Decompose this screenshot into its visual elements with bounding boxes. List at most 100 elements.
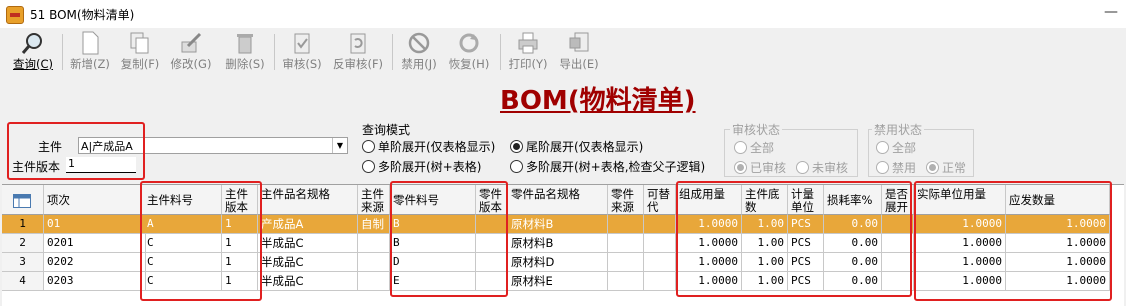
table-cell[interactable] [644,215,676,234]
column-header[interactable]: 主件品名规格 [258,185,358,215]
print-button[interactable]: 打印(Y) [506,30,550,74]
table-cell[interactable]: 半成品C [258,272,358,291]
table-cell[interactable]: 原材料E [508,272,608,291]
column-header[interactable]: 零件来源 [608,185,644,215]
highlight-box [914,181,1112,301]
toolbar-separator [62,34,63,70]
copy-label: 复制(F) [120,57,160,71]
print-label: 打印(Y) [508,57,548,71]
highlight-box [140,181,262,301]
table-cell[interactable]: 自制 [358,215,390,234]
table-cell[interactable] [358,234,390,253]
table-cell[interactable] [644,234,676,253]
column-header[interactable]: 主件来源 [358,185,390,215]
column-header-label: 主件来源 [361,187,384,214]
audit-status-title: 审核状态 [730,121,783,138]
radio-audit-all-label: 全部 [750,141,775,155]
approve-button[interactable]: 审核(S) [280,30,324,74]
table-cell[interactable] [358,272,390,291]
radio-single-level[interactable] [362,140,375,153]
export-label: 导出(E) [559,57,599,71]
disable-icon [408,32,430,54]
magnifier-icon [21,33,42,54]
page-title: BOM(物料清单) [500,86,696,116]
restore-button[interactable]: 恢复(H) [446,30,492,74]
table-cell[interactable]: 半成品C [258,234,358,253]
toolbar-separator [500,34,501,70]
highlight-box [390,181,508,297]
app-icon [6,6,24,24]
trash-icon [237,34,253,54]
radio-tail-level[interactable] [510,140,523,153]
row-number[interactable]: 4 [2,272,44,291]
radio-multi-level-label: 多阶展开(树+表格) [378,160,482,174]
radio-disable-all-label: 全部 [892,141,917,155]
table-cell[interactable]: 0203 [44,272,146,291]
table-cell[interactable]: 01 [44,215,146,234]
delete-label: 删除(S) [225,57,265,71]
row-number[interactable]: 2 [2,234,44,253]
highlight-box [7,122,145,180]
approve-icon [294,33,310,54]
table-cell[interactable] [358,253,390,272]
radio-disable-disabled-label: 禁用 [892,161,917,175]
disable-label: 禁用(J) [401,57,437,71]
title-bar: 51 BOM(物料清单) — [0,0,1126,28]
table-cell[interactable]: 0201 [44,234,146,253]
row-number[interactable]: 1 [2,215,44,234]
column-header[interactable]: 项次 [44,185,146,215]
unapprove-icon [350,33,366,54]
radio-tail-level-label: 尾阶展开(仅表格显示) [526,140,644,154]
column-header-label: 零件来源 [611,187,634,214]
column-header[interactable]: 零件品名规格 [508,185,608,215]
table-cell[interactable] [608,253,644,272]
table-cell[interactable]: 原材料B [508,215,608,234]
radio-audit-unapproved[interactable] [796,161,809,174]
query-button[interactable]: 查询(C) [10,30,56,74]
disable-button[interactable]: 禁用(J) [398,30,440,74]
row-number[interactable]: 3 [2,253,44,272]
copy-icon [130,32,149,54]
minimize-icon[interactable]: — [1104,4,1118,20]
table-cell[interactable]: 原材料B [508,234,608,253]
unapprove-button[interactable]: 反审核(F) [330,30,386,74]
radio-disable-normal[interactable] [926,161,939,174]
export-icon [569,32,589,52]
toolbar-separator [392,34,393,70]
column-header-label: 零件品名规格 [511,187,580,201]
table-cell[interactable]: 原材料D [508,253,608,272]
delete-button[interactable]: 删除(S) [222,30,268,74]
query-label: 查询(C) [12,57,53,71]
disable-status-title: 禁用状态 [872,121,925,138]
radio-disable-normal-label: 正常 [942,161,967,175]
table-cell[interactable]: 半成品C [258,253,358,272]
radio-audit-approved[interactable] [734,161,747,174]
new-doc-icon [82,31,99,55]
radio-multi-level-check-label: 多阶展开(树+表格,检查父子逻辑) [526,160,706,174]
radio-disable-disabled[interactable] [876,161,889,174]
edit-button[interactable]: 修改(G) [168,30,214,74]
table-cell[interactable] [608,234,644,253]
radio-multi-level-check[interactable] [510,160,523,173]
copy-button[interactable]: 复制(F) [118,30,162,74]
query-mode-title: 查询模式 [362,123,411,137]
window-title: 51 BOM(物料清单) [30,8,135,22]
radio-disable-all[interactable] [876,141,889,154]
table-cell[interactable] [608,272,644,291]
export-button[interactable]: 导出(E) [556,30,602,74]
toolbar-separator [274,34,275,70]
table-cell[interactable]: 0202 [44,253,146,272]
chevron-down-icon[interactable]: ▼ [332,138,347,153]
radio-audit-all[interactable] [734,141,747,154]
new-button[interactable]: 新增(Z) [68,30,112,74]
table-cell[interactable] [644,272,676,291]
column-header[interactable]: 可替代 [644,185,676,215]
radio-multi-level[interactable] [362,160,375,173]
restore-icon [459,33,479,53]
table-cell[interactable] [608,215,644,234]
radio-audit-unapproved-label: 未审核 [812,161,849,175]
table-cell[interactable] [644,253,676,272]
approve-label: 审核(S) [282,57,322,71]
column-header-label: 主件品名规格 [261,187,330,201]
table-cell[interactable]: 产成品A [258,215,358,234]
